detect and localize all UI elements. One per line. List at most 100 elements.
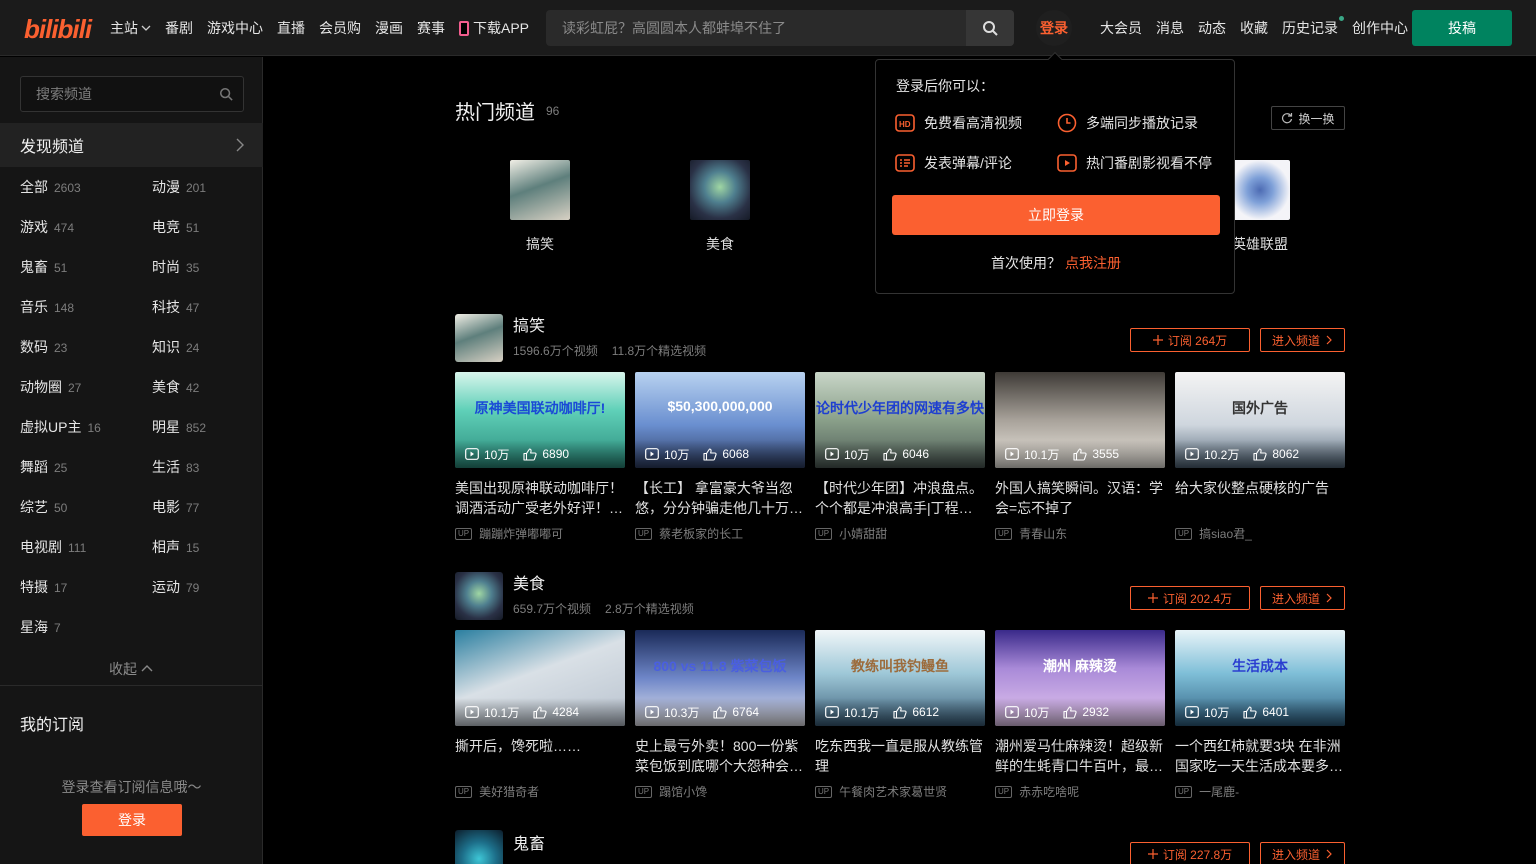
- bilibili-logo[interactable]: bilibili: [24, 12, 96, 44]
- category-item[interactable]: 特摄 17: [20, 577, 67, 597]
- enter-channel-button[interactable]: 进入频道: [1260, 328, 1345, 352]
- video-author[interactable]: UP 蹋馆小馋: [635, 783, 805, 800]
- channel-avatar[interactable]: [455, 830, 503, 864]
- video-author[interactable]: UP 午餐肉艺术家葛世贤: [815, 783, 985, 800]
- hot-channel-food[interactable]: 美食: [680, 160, 760, 254]
- nav-favorites[interactable]: 收藏: [1240, 18, 1268, 38]
- video-cover[interactable]: 国外广告 10.2万 8062: [1175, 372, 1345, 468]
- video-card[interactable]: 潮州 麻辣烫 10万 2932 潮州爱马仕麻辣烫！超级新鲜的生蚝青口牛百叶，最后还… U…: [995, 630, 1165, 800]
- channel-name[interactable]: 美食: [513, 570, 545, 594]
- video-title[interactable]: 外国人搞笑瞬间。汉语：学会=忘不掉了: [995, 478, 1165, 518]
- channel-name[interactable]: 搞笑: [513, 312, 545, 336]
- video-author[interactable]: UP 赤赤吃啥呢: [995, 783, 1165, 800]
- video-author[interactable]: UP 搞siao君_: [1175, 525, 1345, 542]
- category-item[interactable]: 电视剧 111: [20, 537, 86, 557]
- search-button[interactable]: [966, 10, 1014, 46]
- nav-messages[interactable]: 消息: [1156, 18, 1184, 38]
- category-item[interactable]: 电影 77: [152, 497, 199, 517]
- video-title[interactable]: 给大家伙整点硬核的广告: [1175, 478, 1345, 518]
- nav-shop[interactable]: 会员购: [319, 18, 361, 38]
- enter-channel-button[interactable]: 进入频道: [1260, 586, 1345, 610]
- category-item[interactable]: 生活 83: [152, 457, 199, 477]
- nav-game-center[interactable]: 游戏中心: [207, 18, 263, 38]
- video-author[interactable]: UP 一尾鹿-: [1175, 783, 1345, 800]
- nav-home[interactable]: 主站: [110, 18, 151, 38]
- category-item[interactable]: 电竞 51: [152, 217, 199, 237]
- category-item[interactable]: 舞蹈 25: [20, 457, 67, 477]
- video-card[interactable]: 国外广告 10.2万 8062 给大家伙整点硬核的广告 UP 搞siao君_: [1175, 372, 1345, 542]
- video-card[interactable]: 论时代少年团的网速有多快 10万 6046 【时代少年团】冲浪盘点。个个都是冲浪高手|…: [815, 372, 985, 542]
- channel-avatar[interactable]: [455, 314, 503, 362]
- video-title[interactable]: 【时代少年团】冲浪盘点。个个都是冲浪高手|丁程鑫|马嘉祺: [815, 478, 985, 518]
- category-item[interactable]: 鬼畜 51: [20, 257, 67, 277]
- video-cover[interactable]: 800 vs 11.8 紫菜包饭 10.3万 6764: [635, 630, 805, 726]
- subscribe-button[interactable]: 订阅 227.8万: [1130, 842, 1250, 864]
- nav-download-app[interactable]: 下载APP: [459, 18, 529, 38]
- video-cover[interactable]: 原神美国联动咖啡厅! 10万 6890: [455, 372, 625, 468]
- collapse-toggle[interactable]: 收起: [109, 659, 153, 679]
- video-cover[interactable]: 10.1万 4284: [455, 630, 625, 726]
- category-item[interactable]: 虚拟UP主 16: [20, 417, 101, 437]
- enter-channel-button[interactable]: 进入频道: [1260, 842, 1345, 864]
- category-item[interactable]: 相声 15: [152, 537, 199, 557]
- register-link[interactable]: 点我注册: [1065, 255, 1121, 271]
- category-item[interactable]: 科技 47: [152, 297, 199, 317]
- video-card[interactable]: 10.1万 3555 外国人搞笑瞬间。汉语：学会=忘不掉了 UP 青春山东: [995, 372, 1165, 542]
- video-card[interactable]: 800 vs 11.8 紫菜包饭 10.3万 6764 史上最亏外卖！800一份紫菜包…: [635, 630, 805, 800]
- video-cover[interactable]: 教练叫我钓鳗鱼 10.1万 6612: [815, 630, 985, 726]
- nav-esports[interactable]: 赛事: [417, 18, 445, 38]
- category-item[interactable]: 数码 23: [20, 337, 67, 357]
- video-title[interactable]: 史上最亏外卖！800一份紫菜包饭到底哪个大怨种会买？！: [635, 736, 805, 776]
- channel-name[interactable]: 鬼畜: [513, 830, 545, 854]
- category-item[interactable]: 动漫 201: [152, 177, 206, 197]
- login-now-button[interactable]: 立即登录: [892, 195, 1220, 235]
- search-icon[interactable]: [219, 87, 233, 101]
- category-item[interactable]: 明星 852: [152, 417, 206, 437]
- video-cover[interactable]: $50,300,000,000 10万 6068: [635, 372, 805, 468]
- subscribe-button[interactable]: 订阅 202.4万: [1130, 586, 1250, 610]
- category-item[interactable]: 运动 79: [152, 577, 199, 597]
- category-item[interactable]: 星海 7: [20, 617, 61, 637]
- nav-manga[interactable]: 漫画: [375, 18, 403, 38]
- video-title[interactable]: 【长工】 拿富豪大爷当忽悠，分分钟骗走他几十万…: [635, 478, 805, 518]
- discover-channels[interactable]: 发现频道: [0, 123, 263, 167]
- video-cover[interactable]: 10.1万 3555: [995, 372, 1165, 468]
- category-item[interactable]: 动物圈 27: [20, 377, 81, 397]
- hot-channel-funny[interactable]: 搞笑: [500, 160, 580, 254]
- video-author[interactable]: UP 青春山东: [995, 525, 1165, 542]
- category-item[interactable]: 美食 42: [152, 377, 199, 397]
- nav-history[interactable]: 历史记录: [1282, 16, 1344, 38]
- category-item[interactable]: 时尚 35: [152, 257, 199, 277]
- video-title[interactable]: 一个西红柿就要3块 在非洲国家吃一天生活成本要多少钱: [1175, 736, 1345, 776]
- upload-button[interactable]: 投稿: [1412, 10, 1512, 46]
- category-item[interactable]: 全部 2603: [20, 177, 81, 197]
- subscribe-button[interactable]: 订阅 264万: [1130, 328, 1250, 352]
- video-title[interactable]: 撕开后，馋死啦……: [455, 736, 625, 776]
- video-author[interactable]: UP 蔡老板家的长工: [635, 525, 805, 542]
- refresh-button[interactable]: 换一换: [1271, 106, 1345, 130]
- video-title[interactable]: 潮州爱马仕麻辣烫！超级新鲜的生蚝青口牛百叶，最后还…: [995, 736, 1165, 776]
- video-title[interactable]: 美国出现原神联动咖啡厅！调酒活动广受老外好评！老外们都玩疯了: [455, 478, 625, 518]
- video-cover[interactable]: 潮州 麻辣烫 10万 2932: [995, 630, 1165, 726]
- search-input[interactable]: [546, 10, 966, 46]
- nav-anime[interactable]: 番剧: [165, 18, 193, 38]
- video-author[interactable]: UP 蹦蹦炸弹嘟嘟可: [455, 525, 625, 542]
- category-item[interactable]: 知识 24: [152, 337, 199, 357]
- video-cover[interactable]: 生活成本 10万 6401: [1175, 630, 1345, 726]
- video-author[interactable]: UP 小婧甜甜: [815, 525, 985, 542]
- video-card[interactable]: 教练叫我钓鳗鱼 10.1万 6612 吃东西我一直是服从教练管理 UP 午餐肉艺术家葛世贤: [815, 630, 985, 800]
- channel-avatar[interactable]: [455, 572, 503, 620]
- nav-live[interactable]: 直播: [277, 18, 305, 38]
- sidebar-login-button[interactable]: 登录: [82, 804, 182, 836]
- video-author[interactable]: UP 美好猎奇者: [455, 783, 625, 800]
- video-card[interactable]: 原神美国联动咖啡厅! 10万 6890 美国出现原神联动咖啡厅！调酒活动广受老外好评！…: [455, 372, 625, 542]
- video-cover[interactable]: 论时代少年团的网速有多快 10万 6046: [815, 372, 985, 468]
- video-card[interactable]: $50,300,000,000 10万 6068 【长工】 拿富豪大爷当忽悠，分分钟骗…: [635, 372, 805, 542]
- video-card[interactable]: 生活成本 10万 6401 一个西红柿就要3块 在非洲国家吃一天生活成本要多少钱 UP 一…: [1175, 630, 1345, 800]
- login-avatar-button[interactable]: 登录: [1036, 10, 1072, 46]
- category-item[interactable]: 综艺 50: [20, 497, 67, 517]
- nav-dynamics[interactable]: 动态: [1198, 18, 1226, 38]
- channel-search-input[interactable]: [21, 77, 211, 111]
- video-title[interactable]: 吃东西我一直是服从教练管理: [815, 736, 985, 776]
- category-item[interactable]: 音乐 148: [20, 297, 74, 317]
